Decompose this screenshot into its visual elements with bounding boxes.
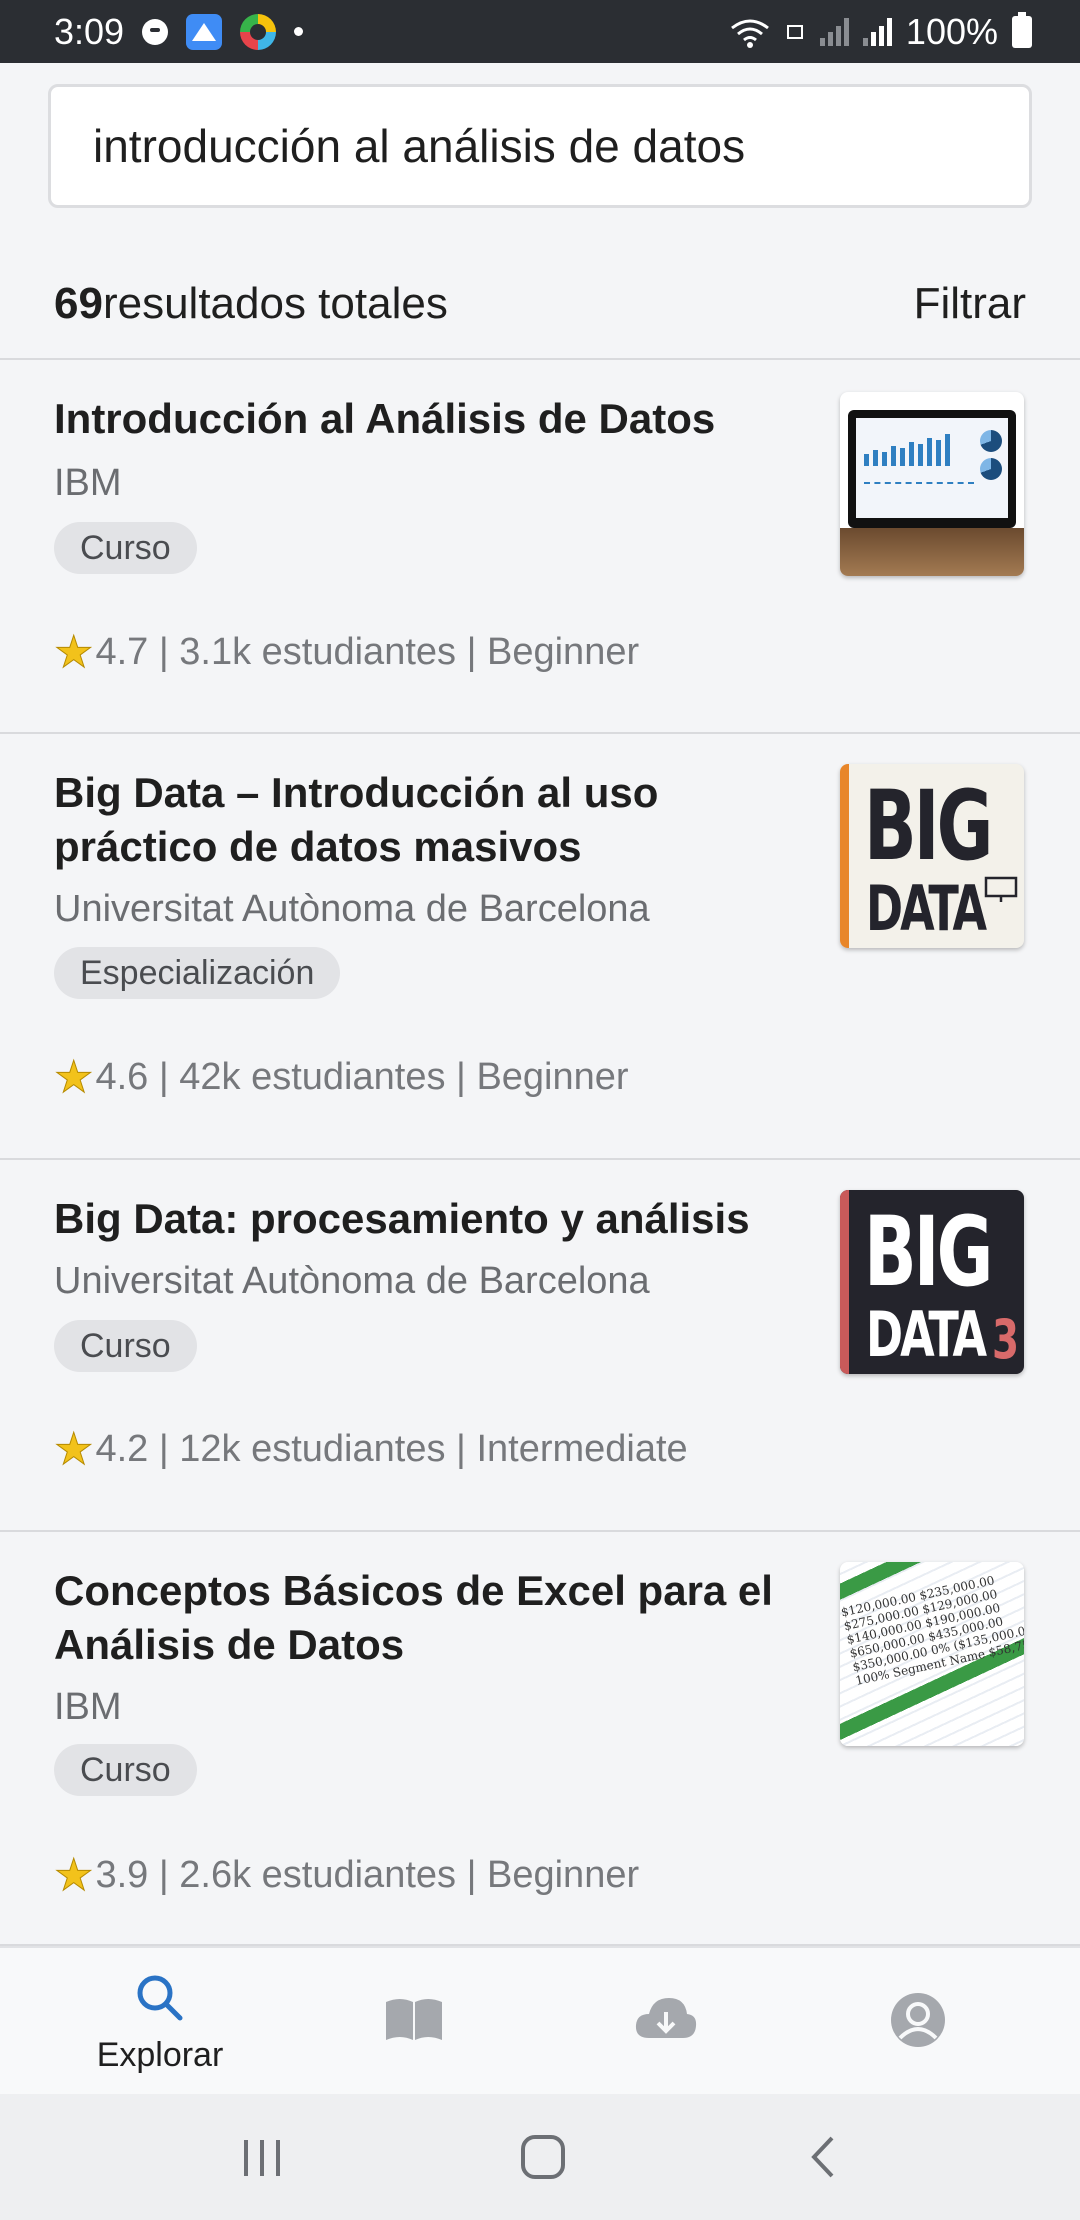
course-provider: Universitat Autònoma de Barcelona bbox=[54, 888, 650, 930]
star-icon: ★ bbox=[53, 1851, 94, 1901]
recent-apps-icon[interactable] bbox=[240, 2138, 284, 2178]
course-type-badge: Curso bbox=[54, 1744, 197, 1796]
battery-icon bbox=[1012, 11, 1032, 48]
course-meta: ★ 4.6 | 42k estudiantes | Beginner bbox=[53, 1052, 629, 1103]
system-navigation-bar bbox=[0, 2094, 1080, 2220]
thumbnail-stripe bbox=[840, 1190, 849, 1374]
results-count: 69resultados totales bbox=[54, 279, 448, 329]
signal-icon bbox=[862, 17, 892, 46]
desk-surface bbox=[840, 528, 1024, 576]
course-title[interactable]: Big Data – Introducción al uso práctico … bbox=[54, 766, 794, 874]
wifi-icon bbox=[731, 19, 769, 48]
course-thumbnail[interactable]: BIG DATA bbox=[840, 764, 1024, 948]
line-chart-graphic bbox=[864, 482, 974, 498]
spreadsheet-values: $120,000.00 $235,000.00 $275,000.00 $129… bbox=[840, 1573, 1024, 1688]
thumbnail-data-text: DATA bbox=[866, 1298, 987, 1371]
data-icon bbox=[786, 24, 803, 39]
bar-chart-graphic bbox=[864, 432, 950, 466]
course-title[interactable]: Big Data: procesamiento y análisis bbox=[54, 1192, 794, 1246]
course-title[interactable]: Introducción al Análisis de Datos bbox=[54, 392, 794, 446]
course-meta: ★ 4.7 | 3.1k estudiantes | Beginner bbox=[53, 627, 640, 678]
app-notification-icon bbox=[186, 13, 223, 50]
course-thumbnail[interactable]: $120,000.00 $235,000.00 $275,000.00 $129… bbox=[840, 1562, 1024, 1746]
nav-courses[interactable] bbox=[314, 1948, 514, 2096]
course-card[interactable]: Big Data – Introducción al uso práctico … bbox=[0, 734, 1080, 1160]
course-provider: IBM bbox=[54, 1686, 122, 1728]
search-input[interactable] bbox=[91, 118, 989, 174]
star-icon: ★ bbox=[53, 1425, 94, 1475]
signal-icon bbox=[819, 17, 849, 46]
search-field[interactable] bbox=[48, 84, 1032, 208]
pie-chart-graphic bbox=[980, 458, 1002, 480]
nav-profile[interactable] bbox=[818, 1948, 1018, 2096]
browser-notification-icon bbox=[240, 13, 277, 50]
back-icon[interactable] bbox=[808, 2134, 838, 2180]
course-card[interactable]: Big Data: procesamiento y análisis Unive… bbox=[0, 1160, 1080, 1532]
cloud-download-icon bbox=[635, 1998, 697, 2038]
thumbnail-data-text: DATA bbox=[866, 872, 987, 945]
results-label: resultados totales bbox=[102, 279, 448, 328]
pie-chart-graphic bbox=[980, 430, 1002, 452]
bottom-navigation: Explorar bbox=[0, 1946, 1080, 2096]
course-rating: 4.2 bbox=[95, 1428, 149, 1470]
course-rating: 4.6 bbox=[95, 1056, 149, 1098]
course-stats: | 42k estudiantes | Beginner bbox=[158, 1056, 629, 1098]
course-meta: ★ 3.9 | 2.6k estudiantes | Beginner bbox=[53, 1850, 640, 1901]
course-rating: 3.9 bbox=[95, 1854, 149, 1896]
thumbnail-big-text: BIG bbox=[864, 770, 993, 882]
course-stats: | 2.6k estudiantes | Beginner bbox=[158, 1854, 640, 1896]
course-title[interactable]: Conceptos Básicos de Excel para el Análi… bbox=[54, 1564, 794, 1672]
course-card[interactable]: Introducción al Análisis de Datos IBM Cu… bbox=[0, 362, 1080, 734]
results-number: 69 bbox=[54, 279, 103, 328]
nav-downloads[interactable] bbox=[566, 1948, 766, 2096]
star-icon: ★ bbox=[53, 628, 94, 678]
course-meta: ★ 4.2 | 12k estudiantes | Intermediate bbox=[53, 1424, 688, 1475]
status-bar: 3:09 100% bbox=[0, 0, 1080, 63]
course-type-badge: Curso bbox=[54, 1320, 197, 1372]
profile-icon bbox=[891, 1993, 945, 2047]
course-rating: 4.7 bbox=[95, 631, 149, 673]
course-thumbnail[interactable] bbox=[840, 392, 1024, 576]
results-header: 69resultados totales Filtrar bbox=[0, 250, 1080, 360]
course-card[interactable]: Conceptos Básicos de Excel para el Análi… bbox=[0, 1532, 1080, 1946]
book-icon bbox=[386, 1999, 442, 2040]
course-type-badge: Especialización bbox=[54, 947, 341, 999]
thumbnail-number-text: 3 bbox=[992, 1308, 1020, 1371]
thumbnail-big-text: BIG bbox=[864, 1196, 993, 1308]
star-icon: ★ bbox=[53, 1053, 94, 1103]
nav-explore[interactable]: Explorar bbox=[60, 1948, 260, 2096]
more-notifications-icon bbox=[294, 27, 304, 36]
course-thumbnail[interactable]: BIG DATA 3 bbox=[840, 1190, 1024, 1374]
course-provider: Universitat Autònoma de Barcelona bbox=[54, 1260, 650, 1302]
status-time: 3:09 bbox=[54, 10, 125, 52]
search-icon bbox=[137, 1975, 183, 2021]
nav-explore-label: Explorar bbox=[96, 2036, 224, 2074]
battery-percent: 100% bbox=[905, 10, 998, 52]
course-stats: | 12k estudiantes | Intermediate bbox=[158, 1428, 688, 1470]
course-type-badge: Curso bbox=[54, 522, 197, 574]
chat-notification-icon bbox=[142, 18, 169, 45]
monitor-icon bbox=[984, 876, 1018, 902]
filter-button[interactable]: Filtrar bbox=[914, 279, 1026, 329]
home-icon[interactable] bbox=[520, 2134, 566, 2180]
thumbnail-stripe bbox=[840, 764, 849, 948]
course-provider: IBM bbox=[54, 462, 122, 504]
course-stats: | 3.1k estudiantes | Beginner bbox=[158, 631, 640, 673]
